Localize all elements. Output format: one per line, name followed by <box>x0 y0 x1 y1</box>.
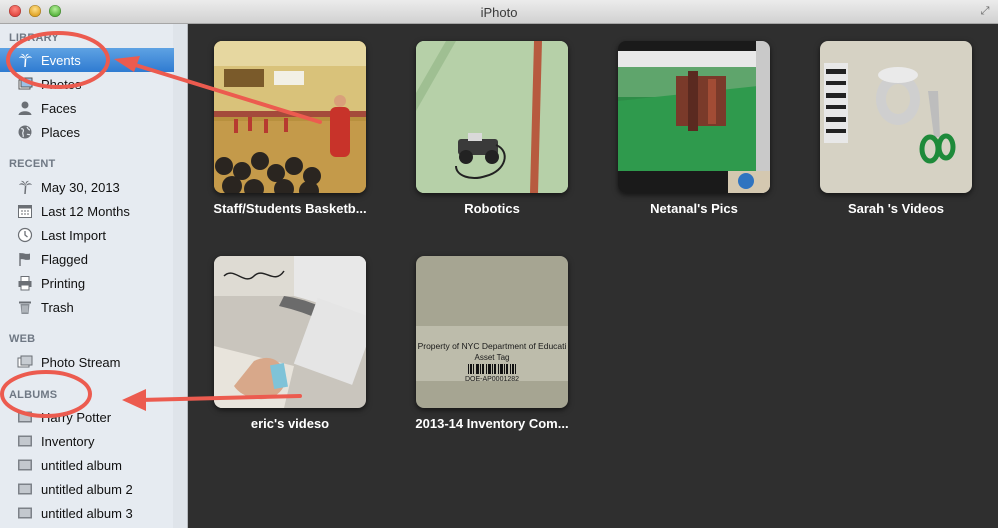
sidebar-item-label: Faces <box>41 100 77 116</box>
sidebar-item-trash[interactable]: Trash <box>0 295 174 319</box>
sidebar-item-label: untitled album <box>41 457 122 473</box>
event-thumbnail[interactable] <box>820 41 972 193</box>
flag-icon <box>16 251 34 267</box>
sidebar: LIBRARY Events Photos Faces Places RECEN… <box>0 24 188 528</box>
sidebar-item-printing[interactable]: Printing <box>0 271 174 295</box>
album-icon <box>16 505 34 521</box>
faces-icon <box>16 100 34 116</box>
photo-stream-icon <box>16 354 34 370</box>
events-grid: Staff/Students Basketb... Robotics Netan… <box>188 24 998 528</box>
sidebar-item-inventory[interactable]: Inventory <box>0 429 174 453</box>
sidebar-item-label: Events <box>41 52 81 68</box>
album-icon <box>16 481 34 497</box>
sidebar-item-label: Flagged <box>41 251 88 267</box>
sidebar-item-label: Last 12 Months <box>41 203 130 219</box>
sidebar-item-label: Trash <box>41 299 74 315</box>
sidebar-item-faces[interactable]: Faces <box>0 96 174 120</box>
sidebar-item-label: May 30, 2013 <box>41 179 120 195</box>
palm-tree-icon <box>16 179 34 195</box>
event-title[interactable]: 2013-14 Inventory Com... <box>384 416 600 431</box>
album-icon <box>16 457 34 473</box>
sidebar-item-untitled-album[interactable]: untitled album <box>0 453 174 477</box>
sidebar-item-label: Last Import <box>41 227 107 243</box>
asset-tag-text: Asset Tag <box>475 353 510 362</box>
section-header-albums: ALBUMS <box>9 389 58 401</box>
sidebar-item-photo-stream[interactable]: Photo Stream <box>0 350 174 374</box>
fullscreen-icon[interactable]: ⤢ <box>978 4 992 18</box>
sidebar-item-label: untitled album 2 <box>41 481 133 497</box>
globe-icon <box>16 124 34 140</box>
sidebar-item-label: Printing <box>41 275 86 291</box>
sidebar-item-last-12-months[interactable]: Last 12 Months <box>0 199 174 223</box>
section-header-library: LIBRARY <box>9 32 59 44</box>
sidebar-item-harry-potter[interactable]: Harry Potter <box>0 405 174 429</box>
title-bar: iPhoto ⤢ <box>0 0 998 24</box>
event-thumbnail[interactable]: Property of NYC Department of Educati As… <box>416 256 568 408</box>
event-title[interactable]: Staff/Students Basketb... <box>182 201 398 216</box>
album-icon <box>16 433 34 449</box>
asset-barcode-text: DOE-AP0001282 <box>465 376 519 383</box>
sidebar-item-last-import[interactable]: Last Import <box>0 223 174 247</box>
sidebar-scrollbar[interactable] <box>173 24 187 528</box>
section-header-recent: RECENT <box>9 158 56 170</box>
printer-icon <box>16 275 34 291</box>
sidebar-item-untitled-album-3[interactable]: untitled album 3 <box>0 501 174 525</box>
sidebar-item-label: Inventory <box>41 433 95 449</box>
event-title[interactable]: Sarah 's Videos <box>788 201 998 216</box>
event-thumbnail[interactable] <box>214 256 366 408</box>
event-thumbnail[interactable] <box>618 41 770 193</box>
sidebar-item-label: Places <box>41 124 81 140</box>
window-title: iPhoto <box>480 5 518 20</box>
sidebar-item-untitled-album-2[interactable]: untitled album 2 <box>0 477 174 501</box>
event-thumbnail[interactable] <box>214 41 366 193</box>
sidebar-item-label: untitled album 3 <box>41 505 133 521</box>
sidebar-item-label: Photos <box>41 76 82 92</box>
clock-icon <box>16 227 34 243</box>
event-title[interactable]: Netanal's Pics <box>586 201 802 216</box>
sidebar-item-flagged[interactable]: Flagged <box>0 247 174 271</box>
palm-tree-icon <box>16 52 34 68</box>
sidebar-item-label: Photo Stream <box>41 354 121 370</box>
event-thumbnail[interactable] <box>416 41 568 193</box>
trash-icon <box>16 299 34 315</box>
sidebar-item-places[interactable]: Places <box>0 120 174 144</box>
sidebar-item-photos[interactable]: Photos <box>0 72 174 96</box>
asset-label-text: Property of NYC Department of Educati <box>418 341 567 351</box>
sidebar-item-events[interactable]: Events <box>0 48 174 72</box>
section-header-web: WEB <box>9 333 36 345</box>
album-icon <box>16 409 34 425</box>
event-title[interactable]: Robotics <box>384 201 600 216</box>
calendar-icon <box>16 203 34 219</box>
sidebar-item-may-30-2013[interactable]: May 30, 2013 <box>0 175 174 199</box>
photos-icon <box>16 76 34 92</box>
event-title[interactable]: eric's videso <box>182 416 398 431</box>
sidebar-item-label: Harry Potter <box>41 409 112 425</box>
